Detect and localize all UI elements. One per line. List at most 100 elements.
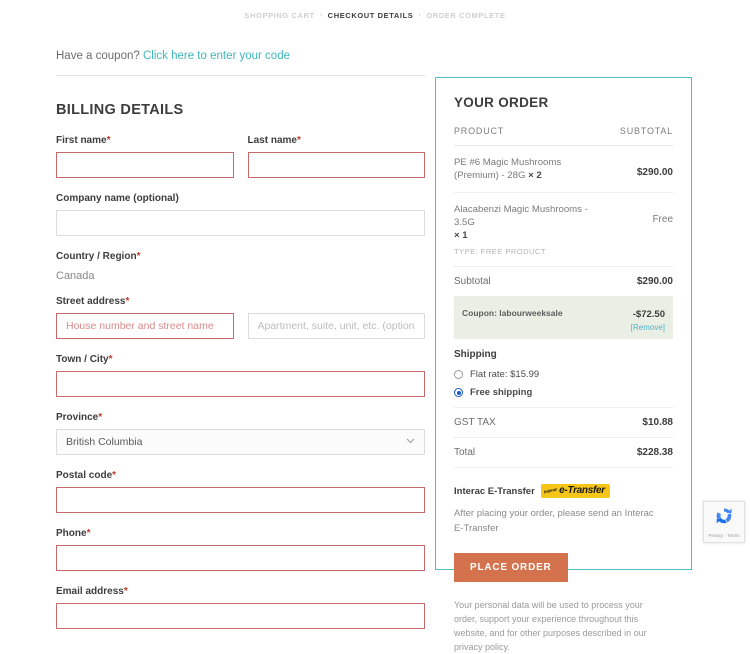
- company-label: Company name (optional): [56, 193, 425, 204]
- column-header-product: Product: [454, 126, 504, 136]
- total-label: Total: [454, 447, 475, 458]
- name-row: First name* Last name*: [56, 135, 425, 193]
- required-marker: *: [109, 354, 113, 365]
- email-label-text: Email address: [56, 586, 124, 597]
- tax-label: GST TAX: [454, 417, 496, 428]
- your-order-title: Your order: [454, 95, 673, 110]
- shipping-options-list: Flat rate: $15.99 Free shipping: [454, 367, 673, 408]
- first-name-input[interactable]: [56, 152, 234, 178]
- breadcrumb-separator: ›: [320, 12, 323, 19]
- order-line-item: PE #6 Magic Mushrooms (Premium) - 28G × …: [454, 146, 673, 193]
- shipping-option-free-shipping[interactable]: Free shipping: [454, 385, 673, 403]
- address-line-2-input[interactable]: [248, 313, 426, 339]
- tax-value: $10.88: [642, 417, 673, 428]
- order-summary-panel: Your order Product Subtotal PE #6 Magic …: [435, 77, 692, 570]
- company-input[interactable]: [56, 210, 425, 236]
- email-input[interactable]: [56, 603, 425, 629]
- city-label: Town / City*: [56, 354, 425, 365]
- coupon-prompt: Have a coupon?: [56, 50, 140, 62]
- order-line-item: Alacabenzi Magic Mushrooms - 3.5G × 1 Fr…: [454, 193, 673, 267]
- breadcrumb-step-checkout-details[interactable]: Checkout details: [328, 11, 414, 20]
- postal-code-group: Postal code*: [56, 470, 425, 513]
- city-input[interactable]: [56, 371, 425, 397]
- recaptcha-icon: [714, 506, 734, 531]
- country-value: Canada: [56, 268, 425, 284]
- payment-method-name: Interac E-Transfer: [454, 486, 535, 497]
- coupon-amount-block: -$72.50 [Remove]: [631, 304, 665, 332]
- required-marker: *: [124, 586, 128, 597]
- radio-icon[interactable]: [454, 370, 463, 379]
- subtotal-value: $290.00: [637, 276, 673, 287]
- interac-wordmark: Interac: [543, 487, 557, 495]
- coupon-toggle-link[interactable]: Click here to enter your code: [143, 50, 290, 62]
- required-marker: *: [297, 135, 301, 146]
- last-name-input[interactable]: [248, 152, 426, 178]
- coupon-remove-link[interactable]: [Remove]: [631, 323, 665, 332]
- last-name-label: Last name*: [248, 135, 426, 146]
- coupon-applied-row: Coupon: labourweeksale -$72.50 [Remove]: [454, 297, 673, 339]
- province-selected-value: British Columbia: [66, 436, 142, 448]
- order-line-item-qty: × 1: [454, 230, 468, 241]
- chevron-down-icon: [406, 436, 415, 446]
- required-marker: *: [107, 135, 111, 146]
- place-order-button[interactable]: Place order: [454, 553, 568, 582]
- privacy-policy-note: Your personal data will be used to proce…: [454, 598, 659, 654]
- required-marker: *: [112, 470, 116, 481]
- postal-code-input[interactable]: [56, 487, 425, 513]
- total-row: Total $228.38: [454, 438, 673, 468]
- street-address-input[interactable]: [56, 313, 234, 339]
- street-address-group: Street address*: [56, 296, 425, 339]
- order-line-item-price: Free: [652, 203, 673, 225]
- order-line-item-name: PE #6 Magic Mushrooms (Premium) - 28G: [454, 157, 561, 181]
- breadcrumb-separator: ›: [418, 12, 421, 19]
- breadcrumb: Shopping cart › Checkout details › Order…: [0, 0, 750, 20]
- recaptcha-badge[interactable]: Privacy · Terms: [703, 501, 745, 543]
- city-group: Town / City*: [56, 354, 425, 397]
- radio-selected-icon[interactable]: [454, 388, 463, 397]
- payment-method-row[interactable]: Interac E-Transfer Interac e-Transfer: [454, 468, 673, 498]
- first-name-label: First name*: [56, 135, 234, 146]
- order-line-item-meta: TYPE: FREE PRODUCT: [454, 247, 673, 256]
- required-marker: *: [125, 296, 129, 307]
- order-line-item-main: Alacabenzi Magic Mushrooms - 3.5G × 1 Fr…: [454, 203, 673, 242]
- interac-etransfer-text: e-Transfer: [559, 486, 605, 496]
- order-line-item-name-block: PE #6 Magic Mushrooms (Premium) - 28G × …: [454, 156, 606, 182]
- shipping-option-flat-rate[interactable]: Flat rate: $15.99: [454, 367, 673, 385]
- order-line-item-name-block: Alacabenzi Magic Mushrooms - 3.5G × 1: [454, 203, 606, 242]
- first-name-label-text: First name: [56, 135, 107, 146]
- postal-code-label-text: Postal code: [56, 470, 112, 481]
- country-group: Country / Region* Canada: [56, 251, 425, 284]
- order-line-item-qty: × 2: [528, 170, 542, 181]
- shipping-label: Shipping: [454, 339, 673, 367]
- tax-row: GST TAX $10.88: [454, 408, 673, 438]
- company-group: Company name (optional): [56, 193, 425, 236]
- postal-code-label: Postal code*: [56, 470, 425, 481]
- coupon-code-label: Coupon: labourweeksale: [462, 304, 563, 318]
- province-label: Province*: [56, 412, 425, 423]
- subtotal-label: Subtotal: [454, 276, 491, 287]
- order-table-header: Product Subtotal: [454, 126, 673, 146]
- coupon-discount-amount: -$72.50: [633, 309, 665, 320]
- interac-etransfer-logo-icon: Interac e-Transfer: [541, 484, 610, 498]
- shipping-option-flat-rate-label: Flat rate: $15.99: [470, 369, 539, 380]
- breadcrumb-step-order-complete[interactable]: Order complete: [426, 11, 505, 20]
- coupon-bar: Have a coupon? Click here to enter your …: [56, 50, 425, 76]
- first-name-group: First name*: [56, 135, 234, 178]
- phone-label-text: Phone: [56, 528, 87, 539]
- breadcrumb-step-shopping-cart[interactable]: Shopping cart: [244, 11, 314, 20]
- province-group: Province* British Columbia: [56, 412, 425, 455]
- order-line-item-main: PE #6 Magic Mushrooms (Premium) - 28G × …: [454, 156, 673, 182]
- street-address-label: Street address*: [56, 296, 425, 307]
- country-label: Country / Region*: [56, 251, 425, 262]
- billing-column: Have a coupon? Click here to enter your …: [56, 20, 425, 644]
- recaptcha-privacy-terms-text[interactable]: Privacy · Terms: [709, 533, 740, 538]
- email-label: Email address*: [56, 586, 425, 597]
- country-label-text: Country / Region: [56, 251, 137, 262]
- street-address-row: [56, 313, 425, 339]
- city-label-text: Town / City: [56, 354, 109, 365]
- phone-group: Phone*: [56, 528, 425, 571]
- last-name-group: Last name*: [248, 135, 426, 178]
- order-line-item-price: $290.00: [637, 156, 673, 178]
- province-select[interactable]: British Columbia: [56, 429, 425, 455]
- required-marker: *: [87, 528, 91, 539]
